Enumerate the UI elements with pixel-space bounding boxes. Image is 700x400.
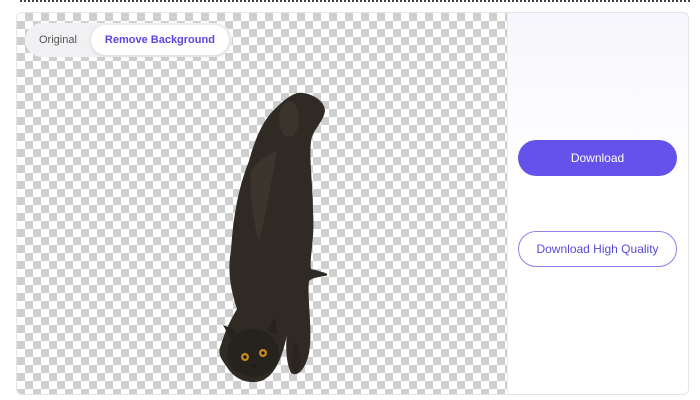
tab-remove-background[interactable]: Remove Background [90,25,229,55]
image-preview: Original Remove Background [17,13,508,394]
cat-cutout-image [219,92,327,382]
download-button[interactable]: Download [518,140,677,176]
download-sidebar: Download Download High Quality [508,13,688,394]
view-toggle: Original Remove Background [25,23,232,57]
editor-panel: Original Remove Background Download Down… [16,12,689,395]
tab-original[interactable]: Original [25,25,91,55]
download-high-quality-button[interactable]: Download High Quality [518,231,677,267]
top-divider [20,0,690,5]
